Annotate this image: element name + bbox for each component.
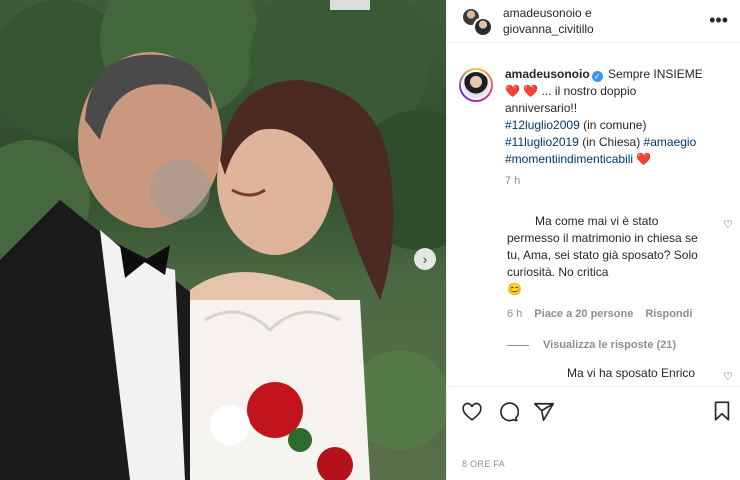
bookmark-icon[interactable] (711, 400, 733, 422)
comment: ♡ Ma come mai vi è stato permesso il mat… (447, 213, 740, 323)
next-photo-icon[interactable]: › (414, 248, 436, 270)
post-photo: › (0, 0, 446, 480)
wedding-photo-illustration (0, 0, 446, 480)
heart-emoji: ❤️ (633, 152, 652, 166)
post-side-panel: amadeusonoio e giovanna_civitillo ••• am… (446, 0, 740, 480)
comment-likes-link[interactable]: Piace a 20 persone (534, 306, 633, 323)
caption-line-3: anniversario!! (505, 101, 578, 115)
comment: ♡ Ma vi ha sposato Enrico (447, 365, 740, 383)
view-replies-label[interactable]: Visualizza le risposte (21) (543, 339, 676, 351)
post-actions-bar (447, 386, 740, 436)
like-comment-heart-icon[interactable]: ♡ (723, 369, 733, 386)
smile-emoji: 😊 (507, 282, 522, 296)
reply-button[interactable]: Rispondi (645, 306, 692, 323)
comments-section[interactable]: amadeusonoio ✓ Sempre INSIEME ❤️ ❤️ ... i… (447, 58, 740, 386)
comment-icon[interactable] (497, 401, 519, 423)
caption-text-fragment: (in comune) (579, 118, 647, 132)
hashtag-link[interactable]: #momentiindimenticabili (505, 152, 633, 166)
like-comment-heart-icon[interactable]: ♡ (723, 217, 733, 234)
more-horizontal-icon[interactable]: ••• (709, 10, 728, 31)
verified-icon: ✓ (591, 71, 603, 82)
collab-avatar[interactable] (461, 5, 493, 37)
caption-time: 7 h (505, 175, 521, 187)
caption-line-1: Sempre INSIEME (608, 67, 703, 81)
caption-line-2: ... il nostro doppio (541, 84, 637, 98)
hashtag-link[interactable]: #12luglio2009 (505, 118, 580, 132)
comment-meta: 6 h Piace a 20 persone Rispondi (507, 306, 711, 323)
heart-icon[interactable] (461, 401, 483, 423)
hashtag-link[interactable]: #11luglio2019 (505, 135, 579, 149)
heart-emoji: ❤️ ❤️ (505, 84, 539, 98)
share-icon[interactable] (533, 401, 555, 423)
comment-text: Ma vi ha sposato Enrico (507, 365, 713, 382)
post-header: amadeusonoio e giovanna_civitillo ••• (447, 0, 740, 43)
divider (507, 344, 529, 346)
caption-text: amadeusonoio ✓ Sempre INSIEME ❤️ ❤️ ... i… (505, 66, 713, 168)
comment-time: 6 h (507, 308, 523, 320)
hashtag-link[interactable]: #amaegio (644, 135, 697, 149)
avatar[interactable] (473, 17, 493, 37)
view-replies-button[interactable]: Visualizza le risposte (21) (507, 339, 740, 351)
author-line-2[interactable]: giovanna_civitillo (503, 21, 594, 37)
comment-body: Ma vi ha sposato Enrico (567, 366, 696, 380)
caption-username[interactable]: amadeusonoio (505, 67, 590, 81)
caption: amadeusonoio ✓ Sempre INSIEME ❤️ ❤️ ... i… (447, 58, 740, 187)
comment-text: Ma come mai vi è stato permesso il matri… (507, 213, 713, 298)
caption-text-fragment: (in Chiesa) (578, 135, 644, 149)
post-authors[interactable]: amadeusonoio e giovanna_civitillo (503, 5, 594, 37)
author-line-1[interactable]: amadeusonoio e (503, 5, 594, 21)
avatar[interactable] (459, 68, 493, 102)
comment-body: Ma come mai vi è stato permesso il matri… (507, 214, 698, 279)
post-timestamp: 8 ORE FA (462, 459, 505, 469)
